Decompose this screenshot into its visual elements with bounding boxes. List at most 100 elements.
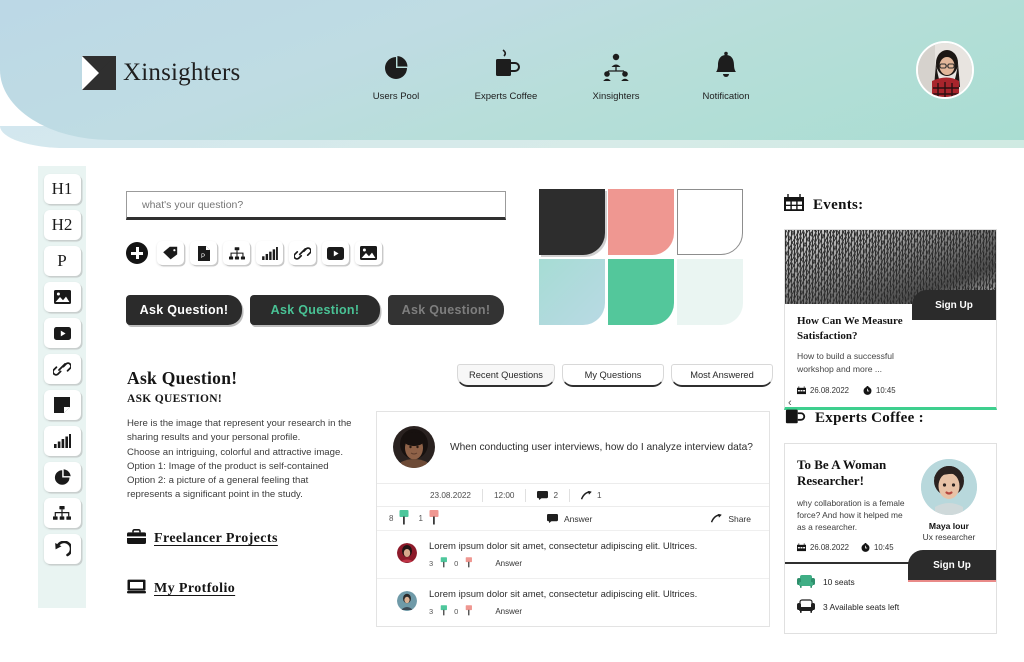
people-group-icon (600, 48, 632, 82)
coffee-card[interactable]: To Be A Woman Researcher! why collaborat… (784, 443, 997, 634)
image-icon[interactable] (43, 282, 81, 312)
video-icon[interactable] (43, 318, 81, 348)
reply-text: Lorem ipsum dolor sit amet, consectetur … (429, 589, 698, 600)
share-button[interactable]: Share (711, 514, 769, 524)
swatch-salmon[interactable] (608, 189, 674, 255)
reply-actions: 3 0 Answer (429, 605, 755, 618)
note-icon[interactable] (43, 390, 81, 420)
nav-item-users-pool[interactable]: Users Pool (360, 48, 432, 102)
thumb-down-icon[interactable] (464, 557, 473, 570)
events-title: Events: (784, 194, 999, 217)
speaker-role: Ux researcher (922, 532, 976, 542)
question-comment-count-wrap: 2 (526, 488, 571, 502)
question-share-count-wrap: 1 (570, 489, 613, 502)
avatar[interactable] (916, 41, 974, 99)
brand[interactable]: Xinsighters (82, 56, 240, 90)
thumb-down-icon[interactable] (464, 605, 473, 618)
heading-1-icon[interactable]: H1 (43, 174, 81, 204)
swatch-mint-gradient[interactable] (539, 259, 605, 325)
article-subtitle: ASK QUESTION! (127, 393, 222, 405)
tab-most-answered[interactable]: Most Answered (671, 364, 773, 387)
swatch-green[interactable] (608, 259, 674, 325)
question-composer (126, 191, 506, 220)
bell-icon (712, 48, 740, 82)
swatch-dark[interactable] (539, 189, 605, 255)
thumb-up-icon[interactable] (397, 510, 410, 527)
calendar-icon (797, 543, 806, 552)
thumb-up-icon[interactable] (439, 557, 448, 570)
swatch-pale-mint[interactable] (677, 259, 743, 325)
event-description: How to build a successful workshop and m… (797, 351, 894, 374)
share-arrow-icon (711, 514, 723, 523)
question-actions: 8 1 Answer Share (377, 506, 769, 530)
briefcase-icon (127, 528, 146, 549)
nav-item-xinsighters[interactable]: Xinsighters (580, 48, 652, 102)
ask-question-button-disabled[interactable]: Ask Question! (388, 295, 504, 325)
share-label: Share (728, 513, 751, 524)
nav-item-experts-coffee[interactable]: Experts Coffee (470, 48, 542, 102)
link-my-portfolio[interactable]: My Protfolio (127, 579, 355, 599)
event-card[interactable]: Sign Up How Can We Measure Satisfaction?… (784, 229, 997, 410)
heading-2-icon[interactable]: H2 (43, 210, 81, 240)
list-item: Lorem ipsum dolor sit amet, consectetur … (377, 578, 769, 626)
image-icon[interactable] (355, 241, 382, 265)
reply-author-avatar-2 (397, 591, 417, 611)
coffee-mug-icon (491, 48, 521, 82)
link-freelancer-projects[interactable]: Freelancer Projects (127, 528, 355, 549)
speaker-name: Maya lour (928, 521, 970, 531)
rail-label: H1 (51, 179, 73, 198)
reply-upvote-count: 3 (429, 559, 434, 568)
event-body: Sign Up How Can We Measure Satisfaction?… (785, 290, 996, 407)
nav-label: Users Pool (372, 91, 420, 102)
reply-answer-button[interactable]: Answer (495, 559, 522, 568)
event-signup-button[interactable]: Sign Up (912, 290, 996, 320)
sitemap-icon[interactable] (43, 498, 81, 528)
file-pdf-icon[interactable]: P (190, 241, 217, 265)
brand-name: Xinsighters (123, 59, 241, 86)
pie-chart-icon (382, 48, 410, 82)
book-icon (127, 579, 146, 599)
swatch-white[interactable] (677, 189, 743, 255)
rail-label: H2 (51, 215, 73, 234)
sitemap-icon[interactable] (223, 241, 250, 265)
search-input[interactable] (126, 191, 506, 220)
thumb-up-icon[interactable] (439, 605, 448, 618)
x-logo-icon (82, 56, 116, 90)
coffee-card-footer: Sign Up 10 seats 3 Available seats left (785, 550, 996, 633)
editor-tool-rail: H1 H2 P (38, 166, 86, 608)
event-time: 10:45 (863, 386, 896, 395)
tag-icon[interactable] (157, 241, 184, 265)
undo-arrow-icon[interactable] (43, 534, 81, 564)
tab-recent-questions[interactable]: Recent Questions (457, 364, 555, 387)
ask-question-button-default[interactable]: Ask Question! (126, 295, 242, 325)
reply-downvote-count: 0 (454, 607, 459, 616)
question-text: When conducting user interviews, how do … (450, 441, 753, 453)
thumb-down-icon[interactable] (427, 510, 440, 527)
nav-label: Xinsighters (592, 91, 640, 102)
paragraph-icon[interactable]: P (43, 246, 81, 276)
reply-answer-button[interactable]: Answer (495, 607, 522, 616)
bar-chart-icon[interactable] (43, 426, 81, 456)
link-label: My Protfolio (154, 580, 236, 596)
ask-question-button-active[interactable]: Ask Question! (250, 295, 380, 325)
tab-my-questions[interactable]: My Questions (562, 364, 664, 387)
color-swatch-grid (539, 189, 743, 325)
nav-item-notification[interactable]: Notification (690, 48, 762, 102)
page-title: Ask Question! (127, 368, 238, 388)
plus-circle-icon[interactable] (126, 242, 148, 264)
video-icon[interactable] (322, 241, 349, 265)
link-icon[interactable] (289, 241, 316, 265)
answer-button[interactable]: Answer (547, 514, 667, 524)
coffee-heading: To Be A Woman Researcher! (797, 457, 887, 488)
article-block: Ask Question! ASK QUESTION! Here is the … (127, 368, 355, 599)
svg-text:P: P (201, 254, 205, 260)
nav-label: Experts Coffee (474, 91, 538, 102)
bar-chart-icon[interactable] (256, 241, 283, 265)
pie-chart-icon[interactable] (43, 462, 81, 492)
armchair-green-icon (797, 573, 815, 590)
coffee-signup-button[interactable]: Sign Up (908, 550, 996, 580)
link-icon[interactable] (43, 354, 81, 384)
clock-icon (861, 543, 870, 552)
coffee-card-info: To Be A Woman Researcher! why collaborat… (797, 457, 906, 552)
vote-controls: 8 1 (377, 510, 547, 527)
